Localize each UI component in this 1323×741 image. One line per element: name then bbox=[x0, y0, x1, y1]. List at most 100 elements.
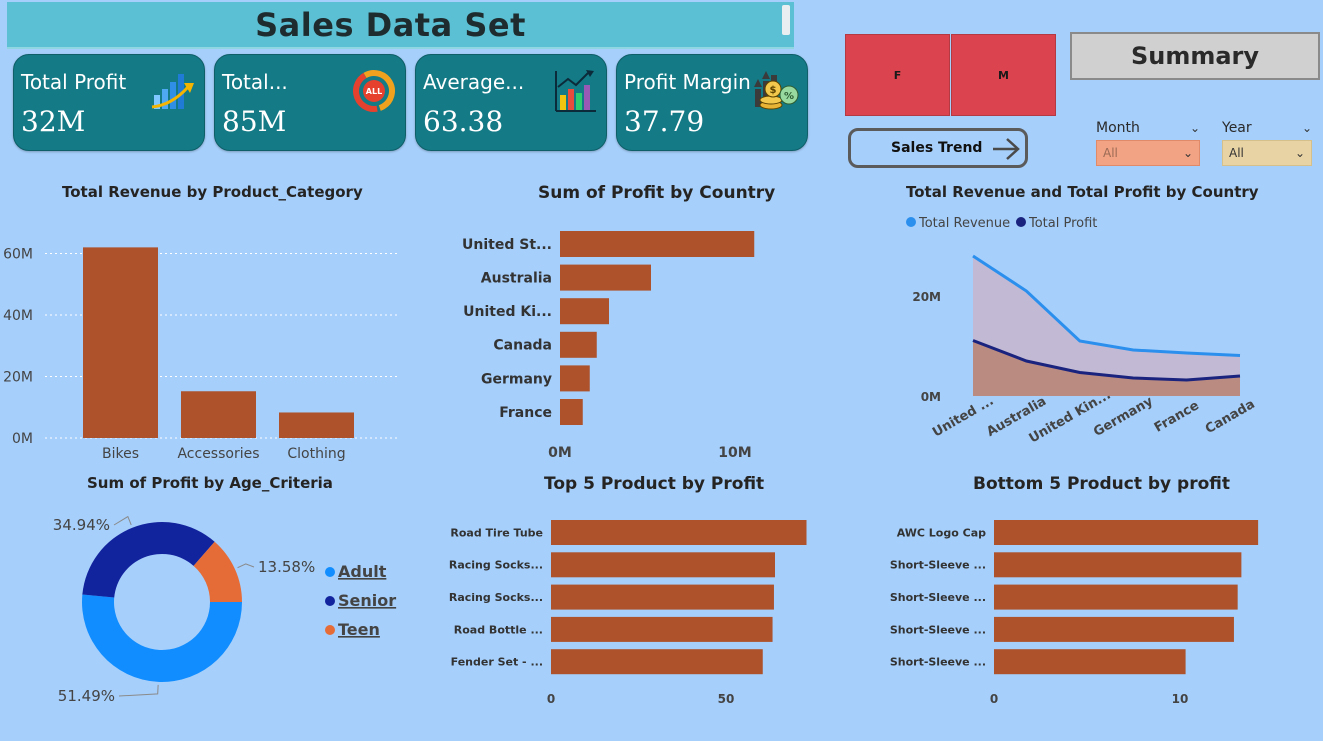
page-title-banner: Sales Data Set bbox=[7, 2, 794, 49]
kpi-value: 37.79 bbox=[624, 105, 705, 138]
y-tick-label: 0M bbox=[12, 431, 33, 447]
sales-trend-button[interactable]: Sales Trend bbox=[848, 128, 1028, 168]
x-tick-label: 10M bbox=[718, 445, 751, 461]
bar bbox=[560, 264, 651, 291]
x-tick-label: 0 bbox=[547, 692, 555, 706]
x-tick-label: Canada bbox=[1203, 397, 1258, 437]
year-dropdown-value: All bbox=[1229, 146, 1244, 160]
kpi-label: Total... bbox=[222, 70, 288, 94]
leader-line bbox=[118, 684, 159, 697]
donut-slice bbox=[82, 594, 243, 682]
y-tick-label: Australia bbox=[481, 271, 552, 287]
summary-button[interactable]: Summary bbox=[1070, 32, 1320, 80]
kpi-label: Total Profit bbox=[21, 70, 127, 94]
bar bbox=[83, 247, 158, 438]
legend-marker bbox=[906, 217, 916, 227]
x-tick-label: 0 bbox=[990, 692, 998, 706]
profit-by-age-donut-chart: 51.49% 34.94% 13.58% Adult Senior Teen bbox=[53, 515, 396, 705]
data-label: 51.49% bbox=[58, 687, 115, 705]
legend-marker bbox=[325, 567, 335, 577]
chevron-down-icon[interactable]: ⌄ bbox=[1190, 121, 1200, 135]
chart-title: Sum of Profit by Age_Criteria bbox=[87, 474, 333, 492]
svg-text:ALL: ALL bbox=[366, 87, 382, 96]
x-tick-label: France bbox=[1152, 398, 1202, 436]
bar bbox=[994, 616, 1234, 642]
bar bbox=[994, 649, 1186, 675]
chart-title: Total Revenue and Total Profit by Countr… bbox=[906, 183, 1259, 201]
x-tick-label: 0M bbox=[548, 445, 572, 461]
title-scrollbar[interactable] bbox=[782, 5, 790, 35]
kpi-value: 63.38 bbox=[423, 105, 504, 138]
chevron-down-icon: ⌄ bbox=[1182, 146, 1193, 160]
revenue-by-category-chart: 0M 20M 40M 60M Bikes Accessories Clothing bbox=[3, 247, 400, 462]
revenue-profit-area-chart: Total Revenue Total Profit0M20MUnited ...… bbox=[906, 216, 1258, 446]
bar bbox=[560, 365, 590, 392]
chart-title: Total Revenue by Product_Category bbox=[62, 183, 363, 201]
gender-f-button[interactable]: F bbox=[845, 34, 950, 116]
month-slicer: Month ⌄ All ⌄ bbox=[1096, 120, 1200, 166]
kpi-value: 32M bbox=[21, 105, 86, 138]
gender-m-button[interactable]: M bbox=[951, 34, 1056, 116]
bar bbox=[994, 584, 1238, 610]
kpi-value: 85M bbox=[222, 105, 287, 138]
svg-text:$: $ bbox=[770, 85, 777, 96]
bar-growth-icon bbox=[151, 74, 194, 109]
legend-marker bbox=[325, 625, 335, 635]
chart-title: Sum of Profit by Country bbox=[538, 183, 776, 203]
y-tick-label: Racing Socks... bbox=[449, 591, 543, 604]
leader-line bbox=[113, 515, 132, 526]
y-tick-label: AWC Logo Cap bbox=[897, 526, 986, 539]
month-dropdown[interactable]: All ⌄ bbox=[1096, 140, 1200, 166]
y-tick-label: 20M bbox=[912, 290, 941, 304]
chart-title: Top 5 Product by Profit bbox=[544, 474, 765, 494]
y-tick-label: United Ki... bbox=[463, 304, 552, 320]
bar bbox=[994, 520, 1259, 545]
top5-products-chart: Road Tire Tube Racing Socks... Racing Sock… bbox=[449, 520, 807, 706]
y-tick-label: Germany bbox=[481, 371, 552, 387]
bar bbox=[551, 520, 807, 545]
x-tick-label: Bikes bbox=[102, 446, 139, 462]
kpi-label: Average... bbox=[423, 70, 525, 94]
year-dropdown[interactable]: All ⌄ bbox=[1222, 140, 1312, 166]
x-tick-label: 50 bbox=[718, 692, 735, 706]
kpi-card-total-profit: Total Profit 32M bbox=[13, 54, 205, 151]
legend-label: Teen bbox=[338, 620, 380, 639]
bar bbox=[279, 412, 354, 438]
bar bbox=[181, 391, 256, 438]
legend-marker bbox=[1016, 217, 1026, 227]
bottom5-products-chart: AWC Logo Cap Short-Sleeve ... Short-Sleeve… bbox=[890, 520, 1259, 706]
svg-text:%: % bbox=[784, 91, 794, 102]
y-tick-label: 40M bbox=[3, 308, 33, 324]
y-tick-label: Road Bottle ... bbox=[454, 623, 543, 636]
y-tick-label: 20M bbox=[3, 370, 33, 386]
y-tick-label: Short-Sleeve ... bbox=[890, 591, 986, 604]
kpi-card-profit-margin: Profit Margin 37.79 $ % bbox=[616, 54, 808, 151]
kpi-card-average: Average... 63.38 bbox=[415, 54, 607, 151]
bar bbox=[560, 231, 755, 257]
money-growth-icon: $ % bbox=[754, 71, 799, 110]
y-tick-label: Short-Sleeve ... bbox=[890, 656, 986, 669]
arrow-right-icon bbox=[993, 138, 1020, 160]
y-tick-label: Short-Sleeve ... bbox=[890, 559, 986, 572]
y-tick-label: Fender Set - ... bbox=[451, 656, 543, 669]
analytics-chart-icon bbox=[555, 70, 596, 112]
chevron-down-icon: ⌄ bbox=[1294, 146, 1305, 160]
year-slicer-title: Year bbox=[1222, 120, 1252, 136]
kpi-card-total-revenue: Total... 85M ALL bbox=[214, 54, 406, 151]
x-tick-label: 10 bbox=[1172, 692, 1189, 706]
month-dropdown-value: All bbox=[1103, 146, 1118, 160]
y-tick-label: 60M bbox=[3, 247, 33, 263]
bar bbox=[560, 331, 597, 358]
kpi-label: Profit Margin bbox=[624, 70, 751, 94]
page-title: Sales Data Set bbox=[255, 5, 526, 44]
year-slicer: Year ⌄ All ⌄ bbox=[1222, 120, 1312, 166]
legend-label: Total Revenue bbox=[918, 216, 1010, 231]
y-tick-label: Road Tire Tube bbox=[450, 526, 543, 539]
y-tick-label: 0M bbox=[921, 390, 941, 404]
y-tick-label: United St... bbox=[462, 237, 552, 253]
sales-trend-label: Sales Trend bbox=[891, 140, 983, 156]
y-tick-label: Racing Socks... bbox=[449, 559, 543, 572]
chevron-down-icon[interactable]: ⌄ bbox=[1302, 121, 1312, 135]
bar bbox=[551, 649, 763, 675]
chart-title: Bottom 5 Product by profit bbox=[973, 474, 1230, 494]
